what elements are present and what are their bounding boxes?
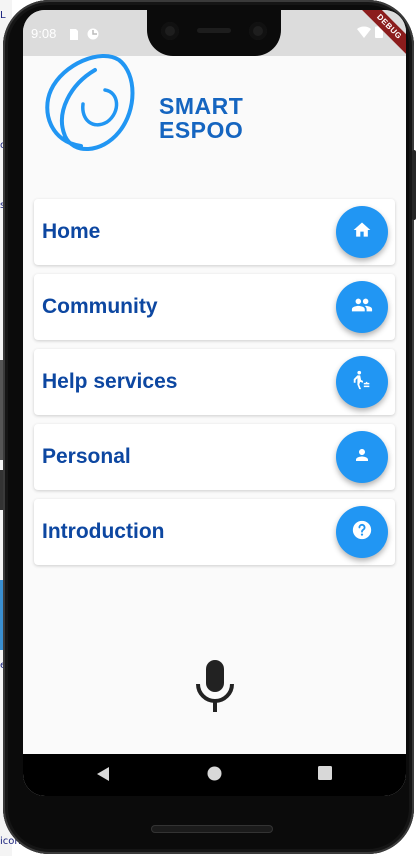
app-screen: 9:08 DEBUG SMART ESPOO Home Community He… — [23, 10, 406, 796]
recents-icon[interactable] — [318, 766, 332, 785]
logo-wordmark: SMART ESPOO — [159, 94, 243, 142]
menu-label: Personal — [42, 445, 131, 468]
home-icon — [352, 220, 372, 245]
power-button — [412, 150, 416, 220]
camera-icon — [249, 22, 267, 40]
home-circle-icon[interactable] — [207, 766, 222, 786]
back-icon[interactable] — [96, 766, 110, 787]
earpiece — [197, 28, 231, 33]
sd-card-icon — [68, 27, 79, 40]
menu-item-introduction[interactable]: Introduction — [34, 499, 395, 565]
microphone-button[interactable] — [193, 658, 237, 719]
people-icon — [351, 294, 373, 321]
community-button[interactable] — [336, 281, 388, 333]
camera-icon — [161, 22, 179, 40]
menu-item-help-services[interactable]: Help services — [34, 349, 395, 415]
system-nav-bar — [23, 754, 406, 796]
logo-line1: SMART — [159, 93, 244, 119]
menu-label: Community — [42, 295, 158, 318]
menu-item-home[interactable]: Home — [34, 199, 395, 265]
phone-frame: 9:08 DEBUG SMART ESPOO Home Community He… — [3, 0, 416, 854]
menu-item-personal[interactable]: Personal — [34, 424, 395, 490]
menu-label: Home — [42, 220, 101, 243]
introduction-button[interactable] — [336, 506, 388, 558]
status-time: 9:08 — [31, 26, 57, 41]
camera-notch — [147, 10, 281, 56]
menu-label: Introduction — [42, 520, 165, 543]
elderly-help-icon — [351, 369, 373, 396]
person-icon — [353, 446, 371, 469]
menu-item-community[interactable]: Community — [34, 274, 395, 340]
home-button[interactable] — [336, 206, 388, 258]
microphone-icon — [193, 660, 237, 718]
bottom-speaker — [151, 825, 273, 833]
wifi-icon — [357, 25, 371, 38]
help-circle-icon — [351, 519, 373, 546]
smart-espoo-logo — [41, 50, 141, 167]
menu-label: Help services — [42, 370, 178, 393]
personal-button[interactable] — [336, 431, 388, 483]
logo-line2: ESPOO — [159, 117, 244, 143]
background-fragment: L — [0, 10, 6, 21]
data-saver-icon — [87, 27, 99, 40]
help-services-button[interactable] — [336, 356, 388, 408]
